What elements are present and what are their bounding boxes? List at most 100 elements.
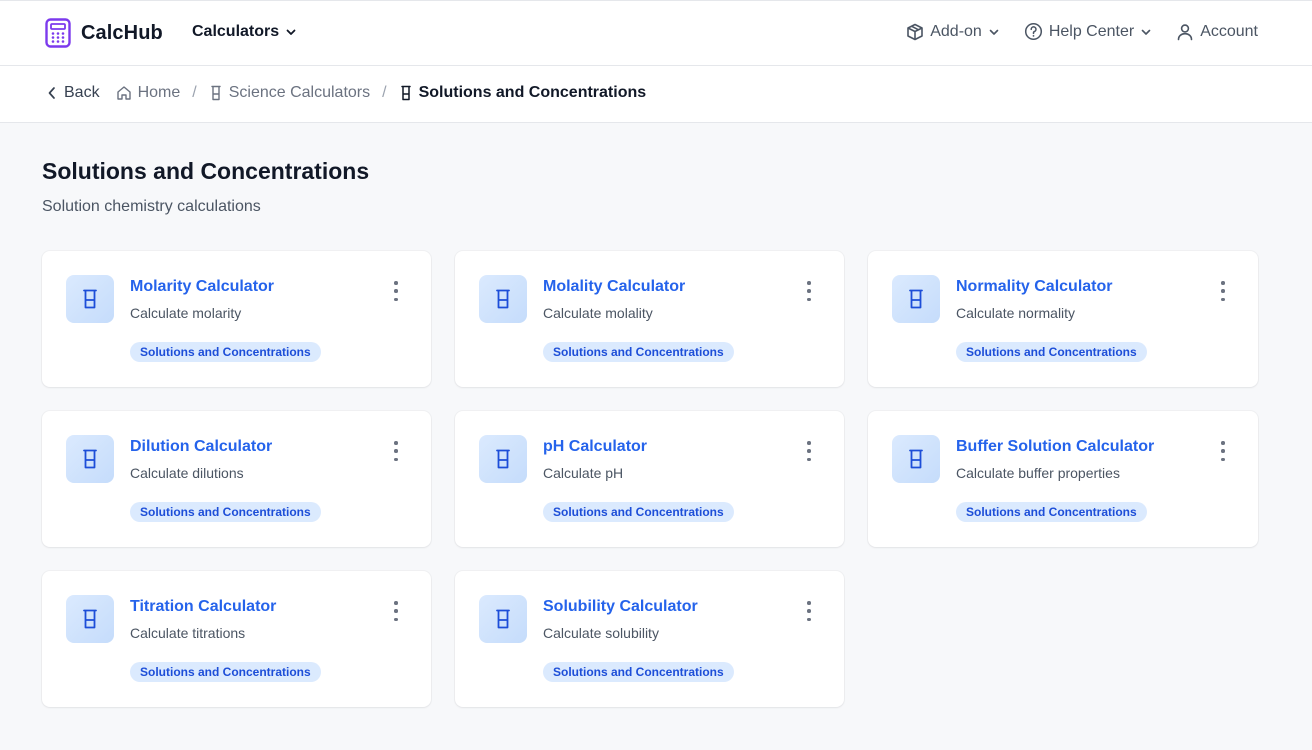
brand-logo[interactable]: CalcHub — [45, 18, 163, 48]
menu-dot — [1221, 281, 1225, 285]
beaker-icon — [496, 289, 510, 309]
beaker-icon — [909, 289, 923, 309]
breadcrumb-science-calculators[interactable]: Science Calculators — [209, 84, 370, 102]
menu-dot — [394, 441, 398, 445]
menu-dot — [394, 601, 398, 605]
brand-name: CalcHub — [81, 21, 163, 44]
calculator-card-title[interactable]: Dilution Calculator — [130, 438, 272, 456]
calculator-card[interactable]: Solubility Calculator Calculate solubili… — [455, 571, 844, 707]
back-button[interactable]: Back — [46, 84, 100, 102]
menu-dot — [394, 449, 398, 453]
calculators-menu-button[interactable]: Calculators — [192, 23, 297, 41]
back-label: Back — [64, 84, 100, 101]
beaker-icon — [211, 85, 221, 101]
menu-dot — [394, 617, 398, 621]
more-vertical-icon[interactable] — [1218, 441, 1228, 461]
category-tag: Solutions and Concentrations — [543, 662, 734, 682]
user-icon — [1177, 23, 1193, 40]
category-tag: Solutions and Concentrations — [543, 342, 734, 362]
breadcrumb-bar: Back Home / Science Calculators / Soluti… — [0, 66, 1312, 123]
calculator-card[interactable]: pH Calculator Calculate pH Solutions and… — [455, 411, 844, 547]
calculator-card-title[interactable]: Normality Calculator — [956, 278, 1112, 296]
package-icon — [907, 23, 924, 40]
header-actions: Add-on Help Center Account — [906, 22, 1258, 41]
category-tag: Solutions and Concentrations — [130, 662, 321, 682]
menu-dot — [394, 289, 398, 293]
addon-label: Add-on — [930, 22, 982, 40]
menu-dot — [1221, 289, 1225, 293]
beaker-icon — [83, 609, 97, 629]
more-vertical-icon[interactable] — [1218, 281, 1228, 301]
help-center-menu-button[interactable]: Help Center — [1024, 22, 1152, 41]
breadcrumb-science-label: Science Calculators — [228, 84, 371, 101]
more-vertical-icon[interactable] — [391, 281, 401, 301]
menu-dot — [1221, 441, 1225, 445]
calculator-card-description: Calculate molality — [543, 305, 653, 321]
calculator-card-icon — [892, 275, 940, 323]
calculator-card-title[interactable]: Molality Calculator — [543, 278, 685, 296]
page-title: Solutions and Concentrations — [42, 158, 370, 184]
beaker-icon — [909, 449, 923, 469]
calculator-card-description: Calculate titrations — [130, 625, 246, 641]
calculator-card-icon — [66, 595, 114, 643]
category-tag: Solutions and Concentrations — [956, 342, 1147, 362]
calculator-card[interactable]: Molality Calculator Calculate molality S… — [455, 251, 844, 387]
account-button[interactable]: Account — [1176, 23, 1258, 41]
account-label: Account — [1200, 22, 1258, 40]
calculator-card-icon — [479, 435, 527, 483]
more-vertical-icon[interactable] — [391, 441, 401, 461]
more-vertical-icon[interactable] — [804, 281, 814, 301]
more-vertical-icon[interactable] — [804, 601, 814, 621]
menu-dot — [807, 441, 811, 445]
more-vertical-icon[interactable] — [804, 441, 814, 461]
calculator-card-description: Calculate normality — [956, 305, 1076, 321]
breadcrumb-separator: / — [382, 84, 387, 101]
calculator-card[interactable]: Dilution Calculator Calculate dilutions … — [42, 411, 431, 547]
category-tag: Solutions and Concentrations — [130, 342, 321, 362]
category-tag: Solutions and Concentrations — [543, 502, 734, 522]
help-circle-icon — [1024, 22, 1042, 41]
category-tag: Solutions and Concentrations — [956, 502, 1147, 522]
calculator-card-icon — [892, 435, 940, 483]
menu-dot — [394, 457, 398, 461]
calculator-icon — [45, 18, 71, 48]
breadcrumb-current: Solutions and Concentrations — [399, 84, 647, 102]
chevron-left-icon — [48, 87, 55, 99]
menu-dot — [1221, 297, 1225, 301]
calculator-card[interactable]: Titration Calculator Calculate titration… — [42, 571, 431, 707]
category-tag: Solutions and Concentrations — [130, 502, 321, 522]
menu-dot — [807, 617, 811, 621]
calculator-card[interactable]: Molarity Calculator Calculate molarity S… — [42, 251, 431, 387]
beaker-icon — [83, 289, 97, 309]
menu-dot — [394, 297, 398, 301]
calculator-card-title[interactable]: Buffer Solution Calculator — [956, 438, 1154, 456]
calculator-grid: Molarity Calculator Calculate molarity S… — [42, 251, 1258, 707]
menu-dot — [807, 289, 811, 293]
chevron-down-icon — [989, 29, 999, 35]
breadcrumb-home[interactable]: Home — [116, 84, 181, 102]
calculator-card-title[interactable]: Titration Calculator — [130, 598, 276, 616]
menu-dot — [807, 449, 811, 453]
menu-dot — [807, 601, 811, 605]
calculator-card-title[interactable]: Molarity Calculator — [130, 278, 274, 296]
chevron-down-icon — [1141, 29, 1151, 35]
breadcrumb-home-label: Home — [137, 84, 181, 101]
addon-menu-button[interactable]: Add-on — [906, 23, 1000, 41]
breadcrumb-current-label: Solutions and Concentrations — [418, 84, 647, 101]
menu-dot — [807, 609, 811, 613]
calculator-card[interactable]: Normality Calculator Calculate normality… — [868, 251, 1258, 387]
breadcrumb: Back Home / Science Calculators / Soluti… — [46, 84, 646, 102]
menu-dot — [1221, 449, 1225, 453]
calculator-card-title[interactable]: Solubility Calculator — [543, 598, 698, 616]
calculator-card-title[interactable]: pH Calculator — [543, 438, 647, 456]
menu-dot — [807, 281, 811, 285]
home-icon — [116, 86, 131, 100]
calculator-card[interactable]: Buffer Solution Calculator Calculate buf… — [868, 411, 1258, 547]
more-vertical-icon[interactable] — [391, 601, 401, 621]
calculator-card-description: Calculate solubility — [543, 625, 659, 641]
help-center-label: Help Center — [1048, 22, 1135, 40]
calculator-card-icon — [66, 435, 114, 483]
beaker-icon — [83, 449, 97, 469]
calculator-card-description: Calculate molarity — [130, 305, 242, 321]
calculators-menu-label: Calculators — [192, 23, 280, 40]
